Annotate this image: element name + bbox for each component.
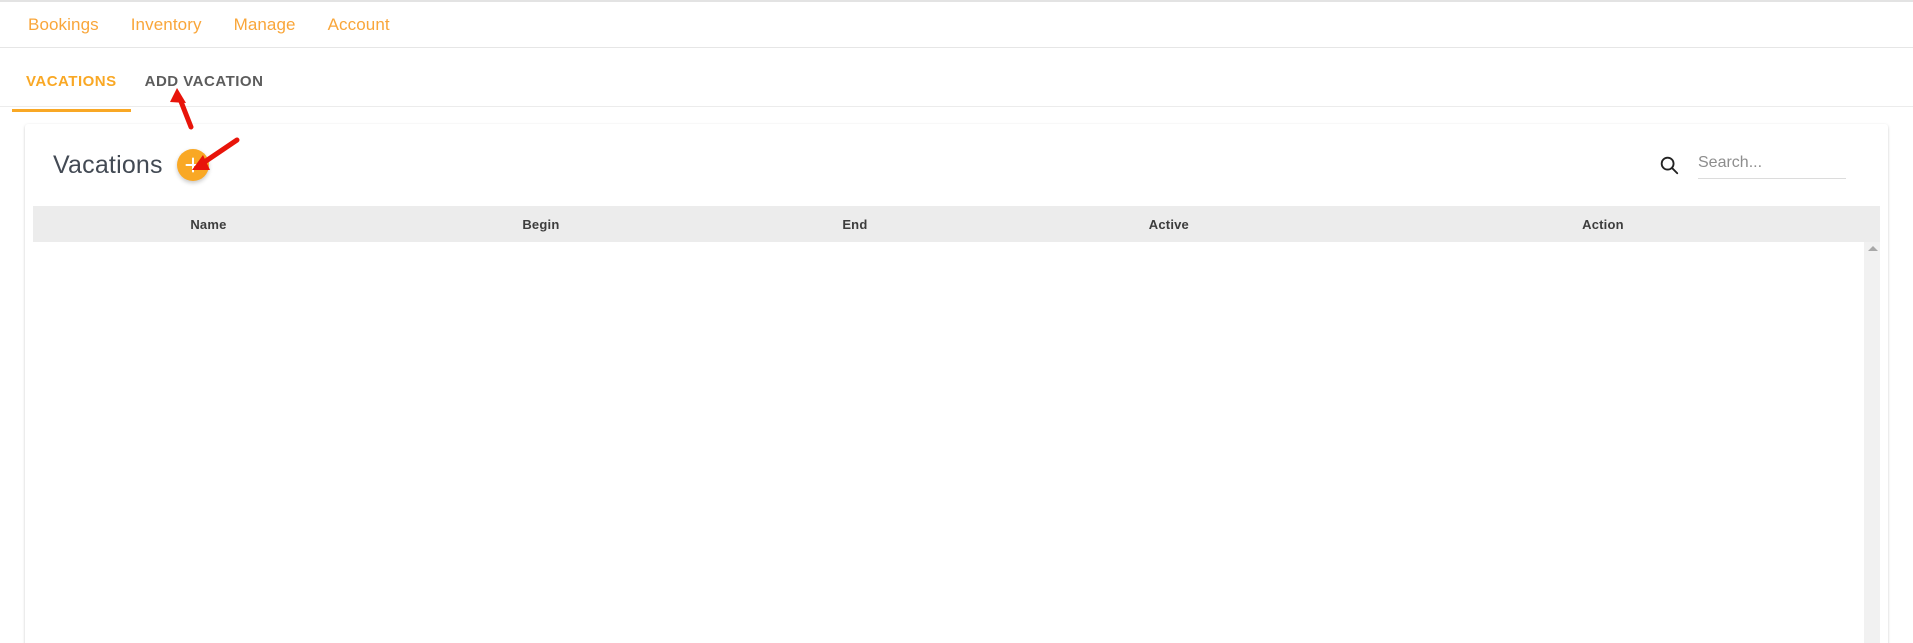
- column-header-begin[interactable]: Begin: [384, 206, 698, 242]
- nav-item-manage[interactable]: Manage: [218, 10, 312, 39]
- scroll-up-arrow-icon[interactable]: [1867, 246, 1878, 251]
- table-body-empty: [33, 242, 1880, 643]
- tab-active-indicator: [12, 109, 131, 112]
- top-navbar: Bookings Inventory Manage Account: [0, 2, 1913, 48]
- add-vacation-button[interactable]: [176, 149, 209, 181]
- tab-vacations[interactable]: VACATIONS: [12, 49, 131, 112]
- search-area: [1658, 151, 1860, 179]
- table-header-row: Name Begin End Active Action: [33, 206, 1880, 242]
- column-header-name[interactable]: Name: [33, 206, 384, 242]
- tab-strip: VACATIONS ADD VACATION: [0, 49, 1913, 112]
- nav-item-bookings[interactable]: Bookings: [12, 10, 115, 39]
- vacations-table: Name Begin End Active Action: [33, 206, 1880, 242]
- column-header-action[interactable]: Action: [1326, 206, 1880, 242]
- nav-item-inventory[interactable]: Inventory: [115, 10, 218, 39]
- tab-add-vacation[interactable]: ADD VACATION: [131, 49, 278, 90]
- column-header-active[interactable]: Active: [1012, 206, 1326, 242]
- page-title: Vacations: [53, 150, 163, 179]
- search-icon[interactable]: [1658, 154, 1680, 176]
- search-input[interactable]: [1698, 151, 1846, 179]
- table-vertical-scrollbar[interactable]: [1864, 242, 1880, 643]
- card-title-group: Vacations: [53, 149, 209, 181]
- nav-item-account[interactable]: Account: [312, 10, 406, 39]
- table-header: Name Begin End Active Action: [33, 206, 1880, 242]
- page-root: Bookings Inventory Manage Account VACATI…: [0, 0, 1913, 643]
- table-wrapper: Name Begin End Active Action: [33, 206, 1880, 643]
- vacations-card: Vacations Name Beg: [25, 124, 1888, 643]
- tab-add-vacation-label: ADD VACATION: [144, 73, 264, 90]
- column-header-end[interactable]: End: [698, 206, 1012, 242]
- card-header: Vacations: [25, 124, 1888, 206]
- tab-vacations-label: VACATIONS: [26, 73, 117, 90]
